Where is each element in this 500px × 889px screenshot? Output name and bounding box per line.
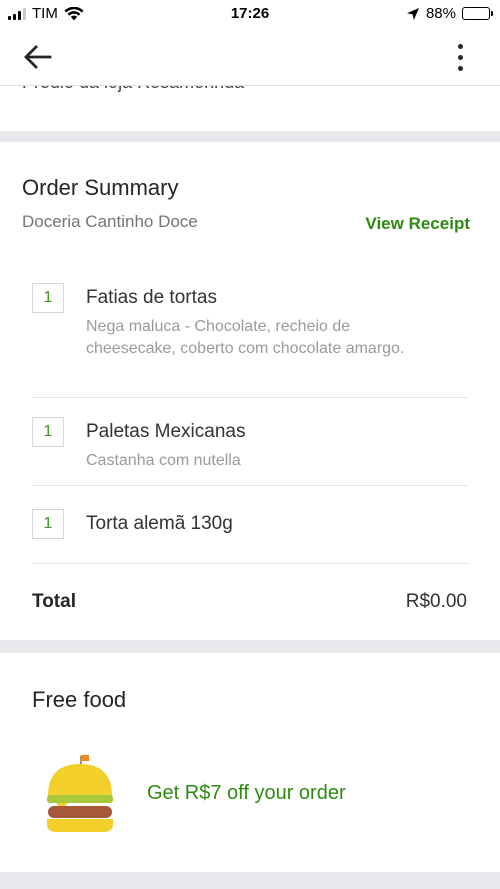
more-options-icon[interactable] xyxy=(450,40,470,74)
total-label: Total xyxy=(32,591,76,612)
status-bar: TIM 17:26 88% xyxy=(0,0,500,30)
item-quantity: 1 xyxy=(32,509,64,539)
item-divider xyxy=(32,485,468,486)
promo-text[interactable]: Get R$7 off your order xyxy=(147,782,346,805)
order-summary-title: Order Summary xyxy=(22,175,179,200)
store-name: Doceria Cantinho Doce xyxy=(22,212,198,231)
item-divider xyxy=(32,563,468,564)
status-right: 88% xyxy=(406,5,493,22)
item-description: Nega maluca - Chocolate, recheio de chee… xyxy=(86,318,405,357)
battery-icon xyxy=(462,7,493,20)
section-divider xyxy=(0,872,500,889)
free-food-title: Free food xyxy=(32,687,127,712)
item-name: Fatias de tortas xyxy=(86,287,217,308)
item-name: Torta alemã 130g xyxy=(86,513,233,534)
nav-divider xyxy=(0,85,500,86)
battery-percent: 88% xyxy=(425,5,456,22)
section-divider xyxy=(0,640,500,653)
item-name: Paletas Mexicanas xyxy=(86,421,246,442)
location-arrow-icon xyxy=(406,7,419,20)
burger-icon xyxy=(47,755,113,832)
item-quantity: 1 xyxy=(32,283,64,313)
item-description: Castanha com nutella xyxy=(86,452,241,469)
nav-bar xyxy=(0,30,500,85)
item-quantity: 1 xyxy=(32,417,64,447)
section-divider xyxy=(0,131,500,142)
view-receipt-link[interactable]: View Receipt xyxy=(365,214,470,234)
total-value: R$0.00 xyxy=(405,591,467,612)
back-arrow-icon[interactable] xyxy=(22,42,54,72)
item-divider xyxy=(32,397,468,398)
